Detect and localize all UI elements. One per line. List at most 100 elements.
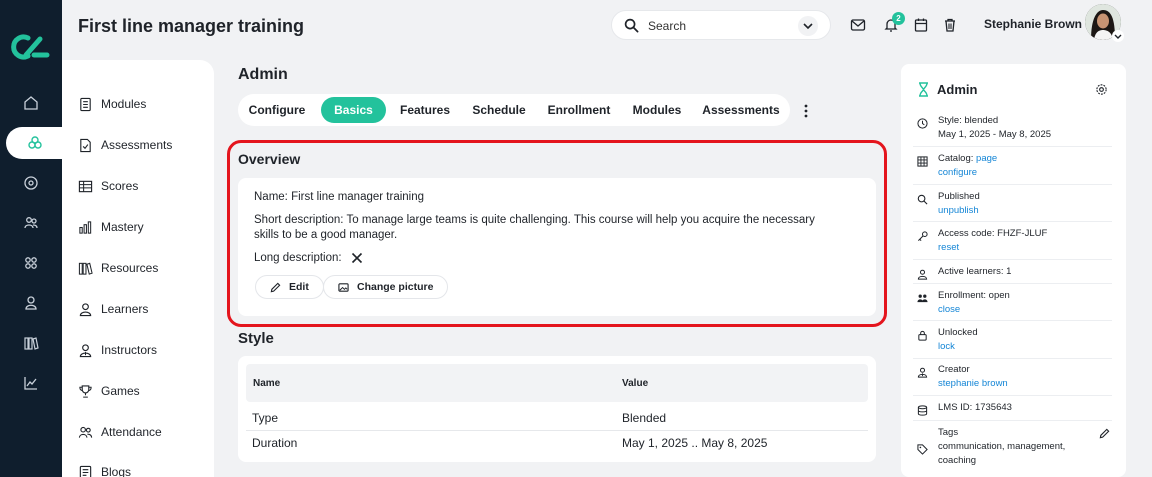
more-vertical-icon[interactable] — [802, 103, 810, 119]
trash-icon[interactable] — [942, 17, 958, 33]
catalog-configure-link[interactable]: configure — [938, 166, 997, 180]
page-title: First line manager training — [78, 16, 305, 36]
groups-icon[interactable] — [0, 208, 62, 238]
tab-basics[interactable]: Basics — [321, 97, 386, 123]
subnav-item-instructors[interactable]: Instructors — [78, 340, 157, 360]
person-icon[interactable] — [0, 288, 62, 318]
table-cell: Blended — [622, 411, 667, 425]
creator-link[interactable]: stephanie brown — [938, 377, 1008, 391]
chevron-down-icon[interactable] — [798, 16, 818, 36]
search-input[interactable]: Search — [648, 19, 686, 33]
subnav-item-resources[interactable]: Resources — [78, 258, 158, 278]
trophy-icon — [79, 384, 92, 398]
user-name[interactable]: Stephanie Brown — [984, 17, 1082, 31]
access-code-label: Access code: FHZF-JLUF — [938, 228, 1048, 239]
edit-button[interactable]: Edit — [255, 275, 324, 299]
grid-icon — [917, 156, 928, 167]
panel-title: Admin — [937, 82, 978, 97]
blogs-icon — [79, 465, 92, 477]
search-box[interactable]: Search — [611, 10, 831, 40]
divider — [913, 221, 1112, 222]
tab-features[interactable]: Features — [391, 97, 459, 123]
unpublish-link[interactable]: unpublish — [938, 204, 980, 218]
course-subnav: Modules Assessments Scores Mastery Resou… — [62, 60, 214, 477]
key-icon — [918, 231, 928, 241]
gear-icon[interactable] — [1095, 83, 1108, 96]
catalog-label: Catalog: — [938, 153, 977, 164]
subnav-label: Scores — [101, 179, 139, 193]
avatar-chevron-icon[interactable] — [1112, 30, 1124, 42]
subnav-item-modules[interactable]: Modules — [78, 94, 146, 114]
lock-link[interactable]: lock — [938, 340, 978, 354]
enrollment-label: Enrollment: open — [938, 290, 1010, 301]
courses-icon[interactable] — [6, 127, 64, 159]
database-icon — [917, 405, 928, 416]
subnav-item-attendance[interactable]: Attendance — [78, 422, 162, 442]
apps-icon[interactable] — [0, 248, 62, 278]
clock-icon — [917, 118, 928, 129]
tags-label: Tags — [938, 427, 959, 438]
long-description-label: Long description: — [254, 252, 342, 264]
resources-icon — [78, 262, 93, 275]
lock-icon — [918, 330, 927, 341]
creator-label: Creator — [938, 364, 970, 375]
style-dates: May 1, 2025 - May 8, 2025 — [938, 129, 1052, 140]
calendar-icon[interactable] — [913, 17, 929, 33]
attendance-icon — [78, 426, 93, 438]
subnav-item-games[interactable]: Games — [78, 381, 140, 401]
subnav-label: Attendance — [101, 425, 162, 439]
tags-value-line2: coaching — [938, 455, 977, 466]
change-picture-button[interactable]: Change picture — [323, 275, 449, 299]
close-icon — [351, 252, 363, 264]
table-cell: May 1, 2025 .. May 8, 2025 — [622, 436, 768, 450]
subnav-item-scores[interactable]: Scores — [78, 176, 138, 196]
tab-configure[interactable]: Configure — [238, 97, 316, 123]
table-cell: Type — [252, 411, 279, 425]
left-rail — [0, 0, 64, 477]
subnav-item-blogs[interactable]: Blogs — [78, 462, 131, 477]
group-icon — [917, 294, 928, 303]
course-name: Name: First line manager training — [254, 191, 425, 203]
reset-link[interactable]: reset — [938, 241, 1047, 255]
subnav-item-assessments[interactable]: Assessments — [78, 135, 172, 155]
table-divider — [246, 430, 868, 431]
divider — [913, 283, 1112, 284]
edit-label: Edit — [289, 281, 309, 293]
tab-assessments[interactable]: Assessments — [695, 97, 787, 123]
tab-modules[interactable]: Modules — [624, 97, 690, 123]
tags-value-line1: communication, management, — [938, 441, 1066, 452]
notification-badge: 2 — [892, 12, 905, 25]
divider — [913, 146, 1112, 147]
chart-icon[interactable] — [0, 368, 62, 398]
home-icon[interactable] — [0, 88, 62, 118]
tab-bar: Configure Basics Features Schedule Enrol… — [238, 94, 790, 126]
subnav-label: Games — [101, 384, 140, 398]
subnav-item-mastery[interactable]: Mastery — [78, 217, 144, 237]
overview-card: Name: First line manager training Short … — [238, 178, 876, 316]
table-cell: Duration — [252, 436, 298, 450]
style-table: Name Value Type Blended Duration May 1, … — [238, 356, 876, 462]
subnav-label: Mastery — [101, 220, 144, 234]
mail-icon[interactable] — [850, 17, 866, 33]
tab-enrollment[interactable]: Enrollment — [539, 97, 619, 123]
pencil-icon[interactable] — [1099, 428, 1110, 439]
style-label: Style: blended — [938, 115, 999, 126]
brand-logo[interactable] — [10, 33, 52, 61]
divider — [913, 358, 1112, 359]
change-picture-label: Change picture — [357, 281, 434, 293]
search-icon — [917, 194, 928, 205]
catalog-page-link[interactable]: page — [976, 153, 997, 164]
compass-icon[interactable] — [0, 168, 62, 198]
subnav-label: Resources — [101, 261, 159, 275]
library-icon[interactable] — [0, 328, 62, 358]
close-enrollment-link[interactable]: close — [938, 303, 1010, 317]
instructors-icon — [79, 343, 92, 357]
divider — [913, 259, 1112, 260]
divider — [913, 320, 1112, 321]
subnav-item-learners[interactable]: Learners — [78, 299, 148, 319]
subnav-label: Instructors — [101, 343, 158, 357]
modules-icon — [80, 97, 91, 111]
learners-icon — [79, 302, 92, 316]
user-tie-icon — [917, 367, 928, 378]
tab-schedule[interactable]: Schedule — [464, 97, 534, 123]
